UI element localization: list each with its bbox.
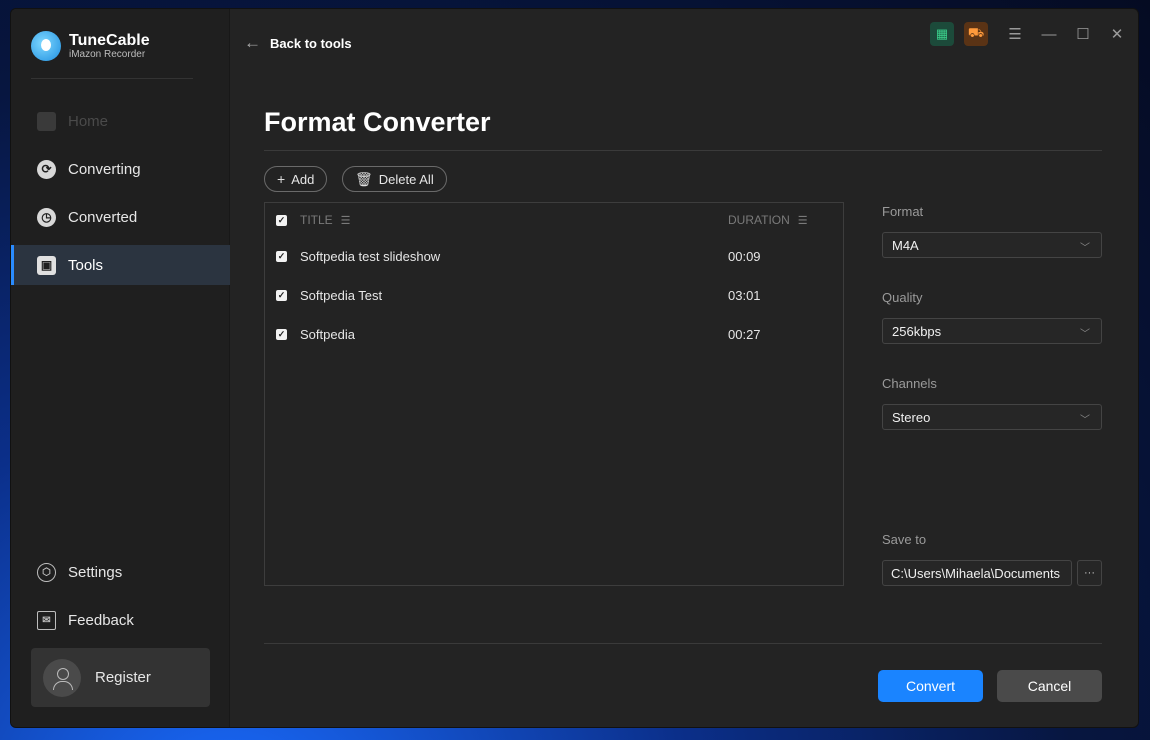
row-duration: 00:09 (728, 248, 761, 264)
converting-icon: ⟳ (37, 159, 56, 179)
arrow-left-icon: ← (244, 33, 261, 52)
footer-divider (264, 643, 1102, 644)
sidebar-item-converting[interactable]: ⟳ Converting (11, 149, 230, 189)
convert-button[interactable]: Convert (878, 670, 983, 702)
app-logo-icon (31, 31, 61, 61)
avatar (43, 658, 81, 697)
trash-icon: 🗑 (355, 170, 373, 187)
column-header-title[interactable]: TITLE ☰ (300, 213, 351, 227)
sidebar-item-label: Settings (68, 563, 123, 581)
app-name: TuneCable (69, 31, 150, 49)
format-label: Format (882, 204, 924, 219)
sort-icon: ☰ (797, 215, 808, 227)
sidebar-item-label: Converting (68, 160, 141, 178)
add-button[interactable]: + Add (264, 166, 328, 192)
close-icon[interactable]: ✕ (1106, 25, 1128, 43)
row-duration: 00:27 (728, 326, 761, 342)
plus-icon: + (277, 171, 286, 187)
sidebar-item-label: Converted (68, 208, 138, 226)
window-controls: ▦ ⛟ ☰ — ☐ ✕ (930, 22, 1134, 46)
table-row[interactable]: ✓ Softpedia Test 03:01 (265, 285, 843, 305)
sidebar-item-converted[interactable]: ◷ Converted (11, 197, 230, 237)
register-button[interactable]: Register (31, 648, 210, 707)
sort-icon: ☰ (340, 215, 351, 227)
quality-label: Quality (882, 290, 923, 305)
cancel-button[interactable]: Cancel (997, 670, 1102, 702)
clock-icon: ◷ (37, 207, 56, 227)
register-label: Register (95, 669, 151, 686)
maximize-icon[interactable]: ☐ (1072, 25, 1094, 43)
sidebar-item-feedback[interactable]: ✉ Feedback (11, 600, 230, 640)
delete-all-label: Delete All (378, 171, 434, 187)
chevron-down-icon: ﹀ (1080, 243, 1090, 254)
format-select[interactable]: M4A ﹀ (882, 232, 1102, 258)
minimize-icon[interactable]: — (1038, 26, 1060, 43)
channels-value: Stereo (892, 409, 931, 425)
back-to-tools-link[interactable]: ← Back to tools (244, 33, 352, 53)
title-divider (264, 150, 1102, 151)
save-to-label: Save to (882, 532, 927, 547)
header-duration-label: DURATION (728, 213, 790, 227)
table-row[interactable]: ✓ Softpedia test slideshow 00:09 (265, 246, 843, 266)
column-header-duration[interactable]: DURATION ☰ (728, 213, 808, 227)
mail-icon: ✉ (37, 610, 56, 630)
cart-icon[interactable]: ⛟ (964, 22, 988, 46)
apps-grid-icon[interactable]: ▦ (930, 22, 954, 46)
row-checkbox[interactable]: ✓ (276, 289, 287, 301)
file-table: ✓ TITLE ☰ DURATION ☰ ✓ Softpedia test slid… (264, 202, 844, 586)
row-title: Softpedia test slideshow (300, 248, 441, 264)
toolbox-icon: ▣ (37, 255, 56, 275)
sidebar-item-label: Tools (68, 256, 104, 274)
quality-select[interactable]: 256kbps ﹀ (882, 318, 1102, 344)
sidebar-item-tools[interactable]: ▣ Tools (11, 245, 230, 285)
chevron-down-icon: ﹀ (1080, 329, 1090, 340)
save-path-field[interactable]: C:\Users\Mihaela\Documents (882, 560, 1072, 586)
home-icon (37, 111, 56, 131)
format-value: M4A (892, 237, 919, 253)
channels-label: Channels (882, 376, 937, 391)
row-duration: 03:01 (728, 287, 761, 303)
row-checkbox[interactable]: ✓ (276, 250, 287, 262)
row-checkbox[interactable]: ✓ (276, 328, 287, 340)
add-label: Add (291, 171, 315, 187)
app-window: TuneCable iMazon Recorder Home ⟳ Convert… (10, 8, 1139, 728)
sidebar-item-home[interactable]: Home (11, 101, 230, 141)
delete-all-button[interactable]: 🗑 Delete All (342, 166, 447, 192)
brand-divider (31, 78, 193, 79)
channels-select[interactable]: Stereo ﹀ (882, 404, 1102, 430)
sidebar-item-settings[interactable]: ⬡ Settings (11, 552, 230, 592)
row-title: Softpedia (300, 326, 355, 342)
row-title: Softpedia Test (300, 287, 383, 303)
back-label: Back to tools (270, 35, 352, 51)
sidebar-item-label: Feedback (68, 611, 134, 629)
brand: TuneCable iMazon Recorder (31, 31, 150, 61)
sidebar-item-label: Home (68, 112, 109, 130)
menu-icon[interactable]: ☰ (1004, 25, 1026, 43)
sidebar: TuneCable iMazon Recorder Home ⟳ Convert… (11, 9, 230, 727)
quality-value: 256kbps (892, 323, 942, 339)
table-header: ✓ TITLE ☰ DURATION ☰ (265, 210, 843, 230)
chevron-down-icon: ﹀ (1080, 415, 1090, 426)
browse-button[interactable]: ··· (1077, 560, 1102, 586)
gear-icon: ⬡ (37, 562, 56, 582)
table-row[interactable]: ✓ Softpedia 00:27 (265, 324, 843, 344)
header-title-label: TITLE (300, 213, 333, 227)
page-title: Format Converter (264, 107, 491, 137)
app-subtitle: iMazon Recorder (69, 48, 146, 60)
select-all-checkbox[interactable]: ✓ (276, 214, 287, 226)
